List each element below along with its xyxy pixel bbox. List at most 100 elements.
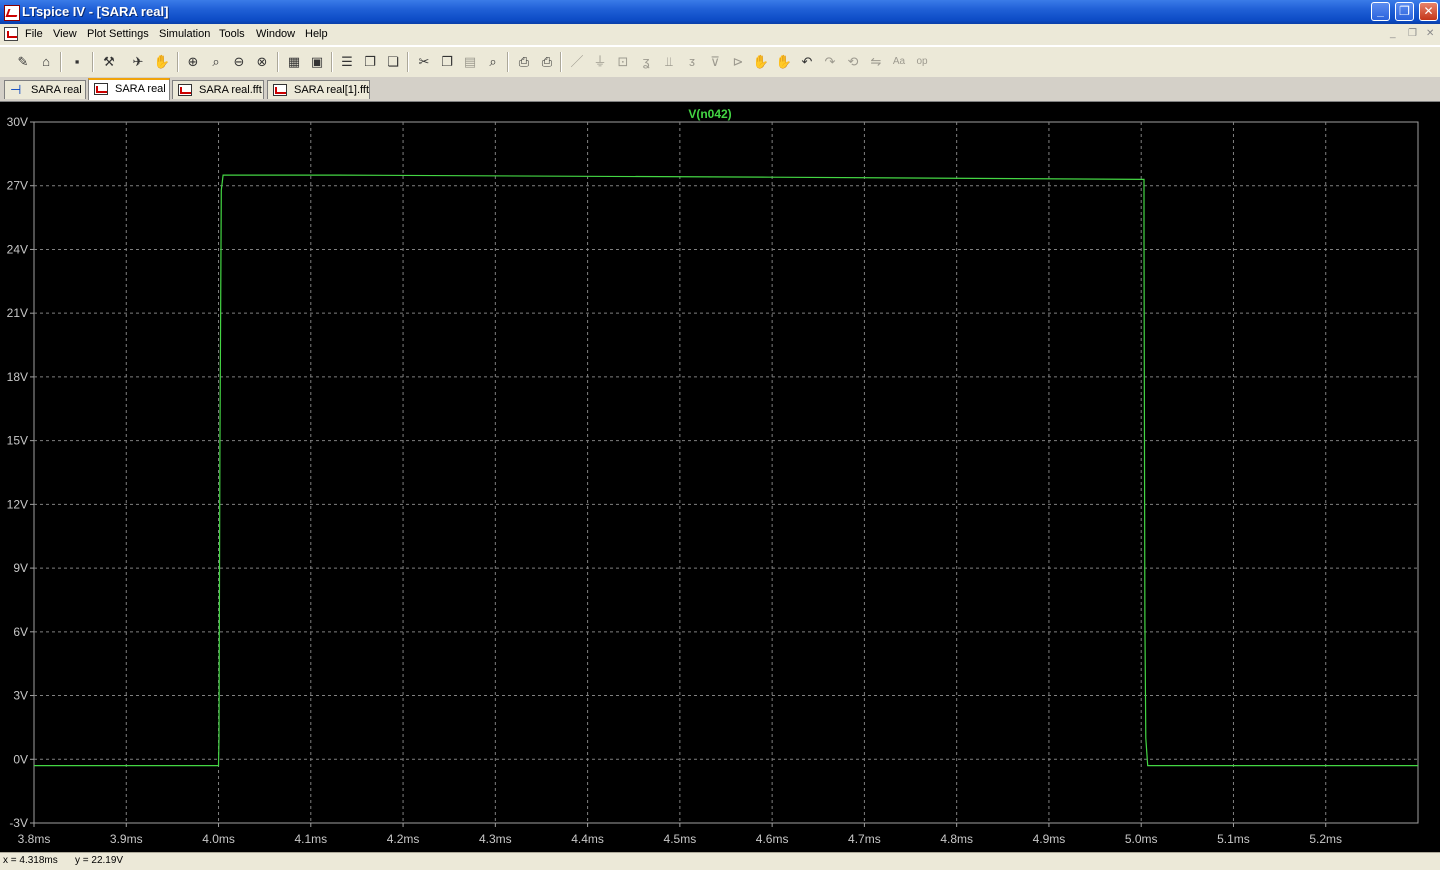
y-tick-label: 24V	[7, 242, 28, 256]
window-title: LTspice IV - [SARA real]	[22, 4, 169, 19]
move-icon[interactable]: ✋	[752, 53, 770, 71]
resistor-icon[interactable]: ʓ	[637, 53, 655, 71]
print-setup-icon[interactable]: ⎙	[515, 53, 533, 71]
undo-icon[interactable]: ↶	[798, 53, 816, 71]
zoom-in-icon[interactable]: ⊕	[184, 53, 202, 71]
open-icon[interactable]: ⌂	[37, 53, 55, 71]
rotate-icon[interactable]: ⟲	[844, 53, 862, 71]
y-tick-label: 21V	[7, 306, 28, 320]
x-tick-label: 4.9ms	[1033, 832, 1066, 846]
zoom-cancel-icon[interactable]: ⊗	[253, 53, 271, 71]
save-icon[interactable]: ▪	[68, 53, 86, 71]
toolbar-separator	[560, 52, 562, 72]
diode-icon[interactable]: ⊽	[706, 53, 724, 71]
tab-label: SARA real.fft	[199, 84, 262, 96]
x-tick-label: 4.0ms	[202, 832, 235, 846]
inductor-icon[interactable]: ᴣ	[683, 53, 701, 71]
ground-icon[interactable]: ⏚	[591, 53, 609, 71]
toolbar-separator	[407, 52, 409, 72]
toolbar-separator	[177, 52, 179, 72]
x-tick-label: 4.2ms	[387, 832, 420, 846]
trace-label[interactable]: V(n042)	[688, 107, 731, 121]
tab-plot-2[interactable]: SARA real.fft	[172, 80, 264, 99]
cascade-icon[interactable]: ❐	[361, 53, 379, 71]
waveform-icon	[94, 83, 108, 95]
mdi-minimize-button[interactable]: _	[1390, 28, 1396, 39]
tab-label: SARA real[1].fft	[294, 84, 370, 96]
label-net-icon[interactable]: ⊡	[614, 53, 632, 71]
tile-vertical-icon[interactable]: ❏	[384, 53, 402, 71]
zoom-area-icon[interactable]: ⌕	[207, 53, 225, 71]
x-tick-label: 4.8ms	[940, 832, 973, 846]
x-tick-label: 5.1ms	[1217, 832, 1250, 846]
series-line[interactable]	[34, 174, 1418, 767]
tab-label: SARA real	[115, 83, 166, 95]
x-tick-label: 4.3ms	[479, 832, 512, 846]
cut-icon[interactable]: ✂	[415, 53, 433, 71]
waveform-plot-pane[interactable]: 30V 27V 24V 21V 18V 15V 12V 9V 6V 3V 0V -3V 3.8ms 3.9…	[0, 102, 1440, 852]
print-icon[interactable]: ⎙	[538, 53, 556, 71]
y-tick-label: 0V	[13, 752, 28, 766]
wire-icon[interactable]: ／	[568, 53, 586, 71]
mdi-close-button[interactable]: ✕	[1426, 28, 1434, 39]
y-tick-label: 9V	[13, 561, 28, 575]
ltspice-app-icon[interactable]	[4, 5, 20, 21]
tab-schematic-0[interactable]: ⊣ SARA real	[4, 80, 86, 99]
redo-icon[interactable]: ↷	[821, 53, 839, 71]
tab-label: SARA real	[31, 84, 82, 96]
fit-icon[interactable]: ▣	[308, 53, 326, 71]
x-tick-label: 4.7ms	[848, 832, 881, 846]
x-tick-label: 4.4ms	[571, 832, 604, 846]
x-tick-label: 3.8ms	[18, 832, 51, 846]
text-icon[interactable]: Aa	[890, 53, 908, 71]
zoom-out-icon[interactable]: ⊖	[230, 53, 248, 71]
y-tick-label: 12V	[7, 497, 28, 511]
x-tick-label: 5.0ms	[1125, 832, 1158, 846]
menu-view[interactable]: View	[53, 28, 77, 40]
capacitor-icon[interactable]: ⫫	[660, 53, 678, 71]
paste-icon[interactable]: ▤	[461, 53, 479, 71]
waveform-icon	[178, 84, 192, 96]
x-tick-label: 4.1ms	[294, 832, 327, 846]
component-icon[interactable]: ⊳	[729, 53, 747, 71]
restore-button[interactable]: ❐	[1395, 2, 1414, 21]
mirror-icon[interactable]: ⇋	[867, 53, 885, 71]
autorange-icon[interactable]: ▦	[285, 53, 303, 71]
close-button[interactable]: ✕	[1419, 2, 1438, 21]
schematic-icon: ⊣	[10, 82, 22, 97]
y-tick-label: -3V	[9, 816, 28, 830]
menu-plot-settings[interactable]: Plot Settings	[87, 28, 149, 40]
x-tick-label: 4.6ms	[756, 832, 789, 846]
title-bar: LTspice IV - [SARA real] _ ❐ ✕	[0, 0, 1440, 24]
x-tick-label: 3.9ms	[110, 832, 143, 846]
control-panel-icon[interactable]: ⚒	[100, 53, 118, 71]
menu-help[interactable]: Help	[305, 28, 328, 40]
toolbar-separator	[60, 52, 62, 72]
x-tick-label: 5.2ms	[1309, 832, 1342, 846]
minimize-button[interactable]: _	[1371, 2, 1390, 21]
spice-directive-icon[interactable]: op	[913, 53, 931, 71]
find-icon[interactable]: ⌕	[484, 53, 502, 71]
y-tick-label: 15V	[7, 434, 28, 448]
y-tick-label: 27V	[7, 179, 28, 193]
document-icon[interactable]	[4, 27, 18, 41]
y-tick-label: 6V	[13, 625, 28, 639]
halt-icon[interactable]: ✋	[153, 53, 171, 71]
waveform-plot[interactable]: 30V 27V 24V 21V 18V 15V 12V 9V 6V 3V 0V -3V 3.8ms 3.9…	[0, 102, 1440, 852]
menu-window[interactable]: Window	[256, 28, 295, 40]
tile-horizontal-icon[interactable]: ☰	[338, 53, 356, 71]
copy-icon[interactable]: ❐	[438, 53, 456, 71]
y-tick-label: 18V	[7, 370, 28, 384]
y-tick-label: 30V	[7, 115, 28, 129]
menu-tools[interactable]: Tools	[219, 28, 245, 40]
status-bar: x = 4.318ms y = 22.19V	[0, 852, 1440, 870]
toolbar-separator	[331, 52, 333, 72]
tab-plot-3[interactable]: SARA real[1].fft	[267, 80, 370, 99]
drag-icon[interactable]: ✋	[775, 53, 793, 71]
mdi-restore-button[interactable]: ❐	[1408, 28, 1417, 39]
run-icon[interactable]: ✈	[129, 53, 147, 71]
new-schematic-icon[interactable]: ✎	[14, 53, 32, 71]
menu-file[interactable]: File	[25, 28, 43, 40]
menu-simulation[interactable]: Simulation	[159, 28, 210, 40]
tab-plot-1[interactable]: SARA real	[88, 78, 170, 100]
